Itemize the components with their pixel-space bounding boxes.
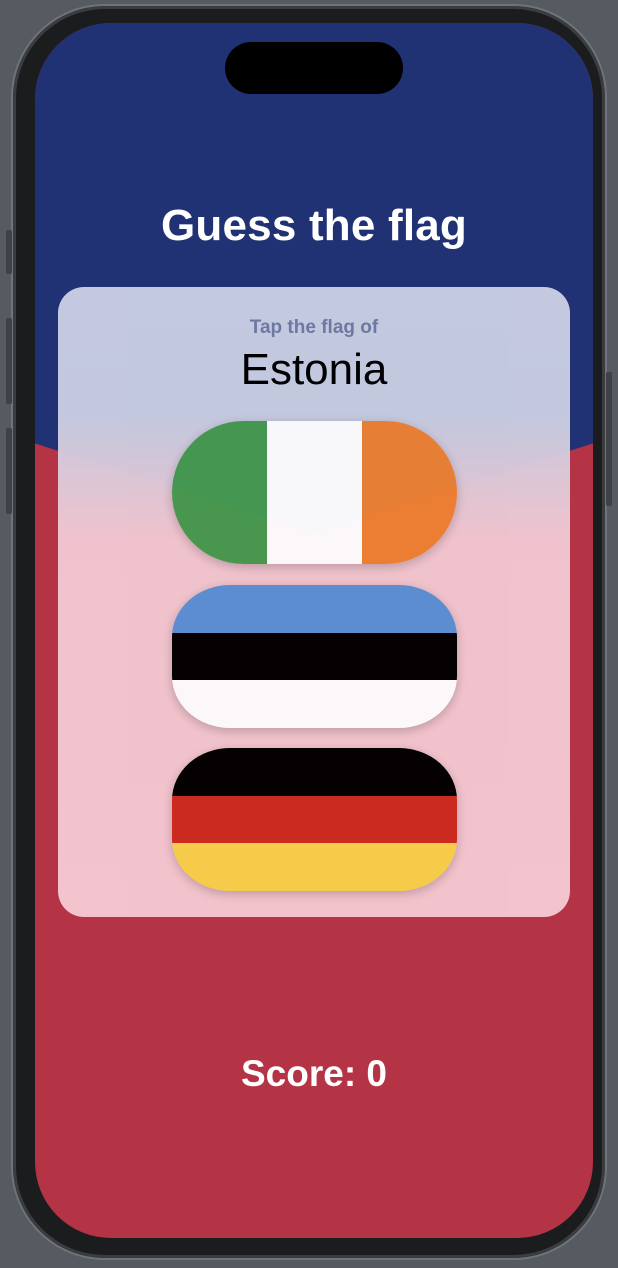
germany-flag-icon <box>172 748 457 891</box>
volume-down-button <box>6 428 12 514</box>
question-card: Tap the flag of Estonia <box>58 287 570 917</box>
action-button <box>6 230 12 274</box>
flag-stripe <box>172 632 457 681</box>
estonia-flag-icon <box>172 585 457 728</box>
score-label: Score: 0 <box>240 1053 387 1094</box>
country-name: Estonia <box>240 345 388 394</box>
flag-button-estonia[interactable] <box>172 585 457 728</box>
flag-button-ireland[interactable] <box>172 421 457 564</box>
flag-stripe <box>172 421 267 564</box>
volume-up-button <box>6 318 12 404</box>
flag-button-germany[interactable] <box>172 748 457 891</box>
flag-stripe <box>172 680 457 728</box>
dynamic-island <box>225 42 403 94</box>
flag-stripe <box>172 795 457 844</box>
app-screen: Guess the flag Tap the flag of Estonia S… <box>35 23 593 1238</box>
ireland-flag-icon <box>172 421 457 564</box>
prompt-label: Tap the flag of <box>249 317 379 338</box>
flag-stripe <box>267 421 362 564</box>
power-button <box>606 372 612 506</box>
flag-stripe <box>172 843 457 891</box>
flag-stripe <box>172 748 457 796</box>
flag-stripe <box>362 421 457 564</box>
flag-stripe <box>172 585 457 633</box>
page-title: Guess the flag <box>161 201 467 250</box>
